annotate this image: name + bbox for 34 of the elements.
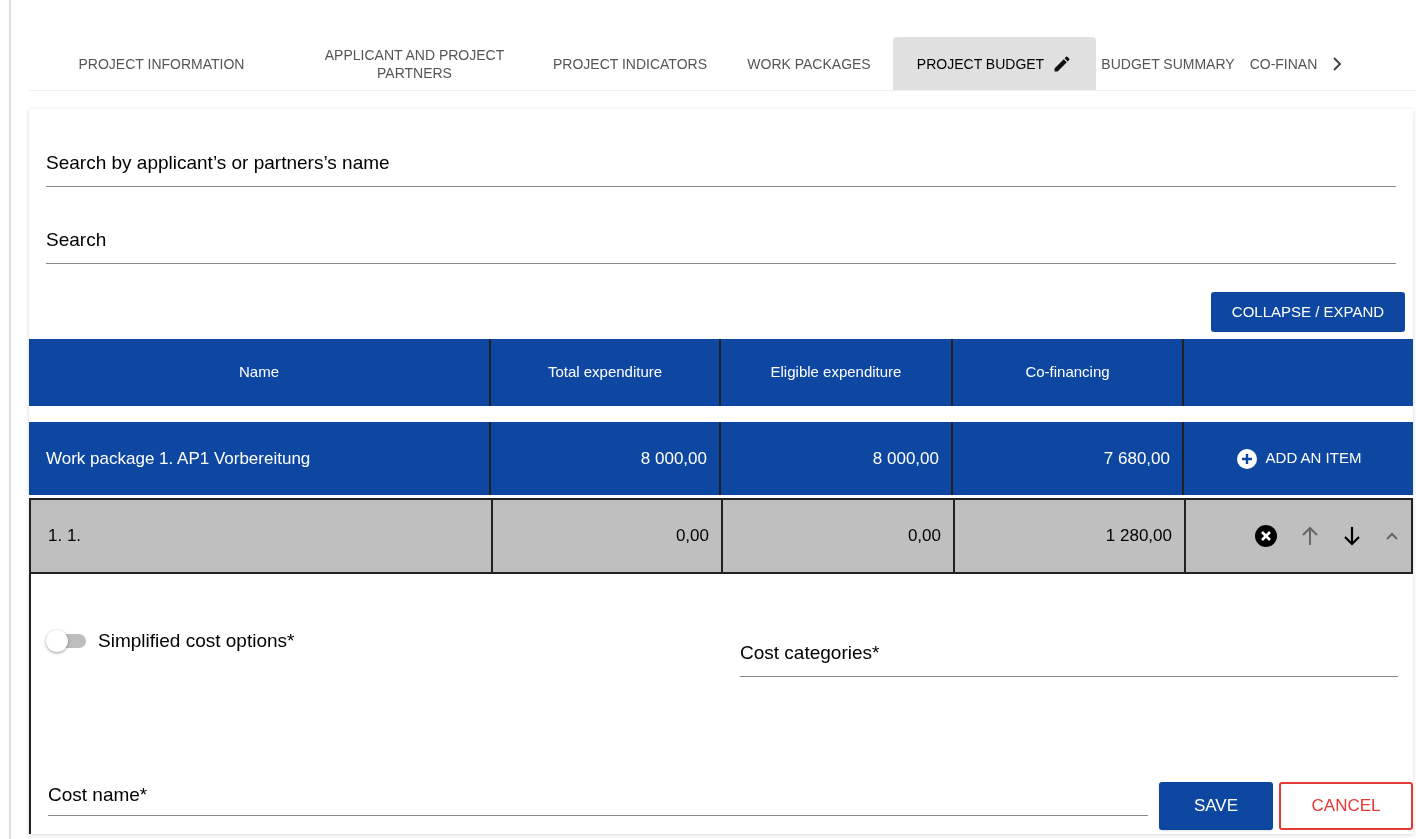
table-cell-text: Work package 1. AP1 Vorbereitung	[46, 447, 311, 470]
table-cell-text: 1 280,00	[1105, 525, 1172, 548]
arrow-up-icon[interactable]	[1301, 526, 1319, 546]
table-cell-text: 0,00	[907, 525, 941, 548]
tab[interactable]: APPLICANT AND PROJECT PARTNERS	[294, 37, 535, 90]
table-cell-text: 1. 1.	[48, 525, 82, 548]
input-field[interactable]: Cost name*	[48, 774, 1148, 816]
tab[interactable]: PROJECT BUDGET	[893, 37, 1096, 90]
add-item-button[interactable]: ADD AN ITEM	[1235, 447, 1362, 470]
table-cell-text: 7 680,00	[1103, 447, 1170, 470]
chevron-right-icon[interactable]	[1331, 55, 1343, 72]
remove-icon[interactable]	[1255, 525, 1277, 547]
dropdown-field[interactable]: Cost categories*	[740, 629, 1398, 677]
toggle-label: Simplified cost options*	[98, 629, 295, 653]
tab[interactable]: CO-FINAN	[1240, 37, 1327, 90]
column-header: Total expenditure	[547, 362, 663, 383]
table-cell-text: 8 000,00	[640, 447, 707, 470]
table-cell-text: 0,00	[675, 525, 709, 548]
chevron-up-icon[interactable]	[1385, 531, 1399, 541]
tab[interactable]: WORK PACKAGES	[725, 37, 893, 90]
column-header: Eligible expenditure	[770, 362, 902, 383]
tab[interactable]: BUDGET SUMMARY	[1096, 37, 1240, 90]
tab[interactable]: PROJECT INDICATORS	[535, 37, 725, 90]
column-header: Co-financing	[1025, 362, 1110, 383]
table-cell-text: 8 000,00	[872, 447, 939, 470]
arrow-down-icon[interactable]	[1343, 526, 1361, 546]
column-header: Name	[239, 362, 279, 383]
search-field[interactable]: Search by applicant’s or partners’s name	[46, 139, 1396, 187]
tab[interactable]: PROJECT INFORMATION	[29, 37, 294, 90]
search-field[interactable]: Search	[46, 216, 1396, 264]
collapse-expand-button[interactable]: COLLAPSE / EXPAND	[1211, 292, 1405, 332]
plus-circle-icon	[1235, 447, 1258, 470]
save-button[interactable]: SAVE	[1159, 782, 1273, 830]
cancel-button[interactable]: CANCEL	[1279, 782, 1413, 830]
